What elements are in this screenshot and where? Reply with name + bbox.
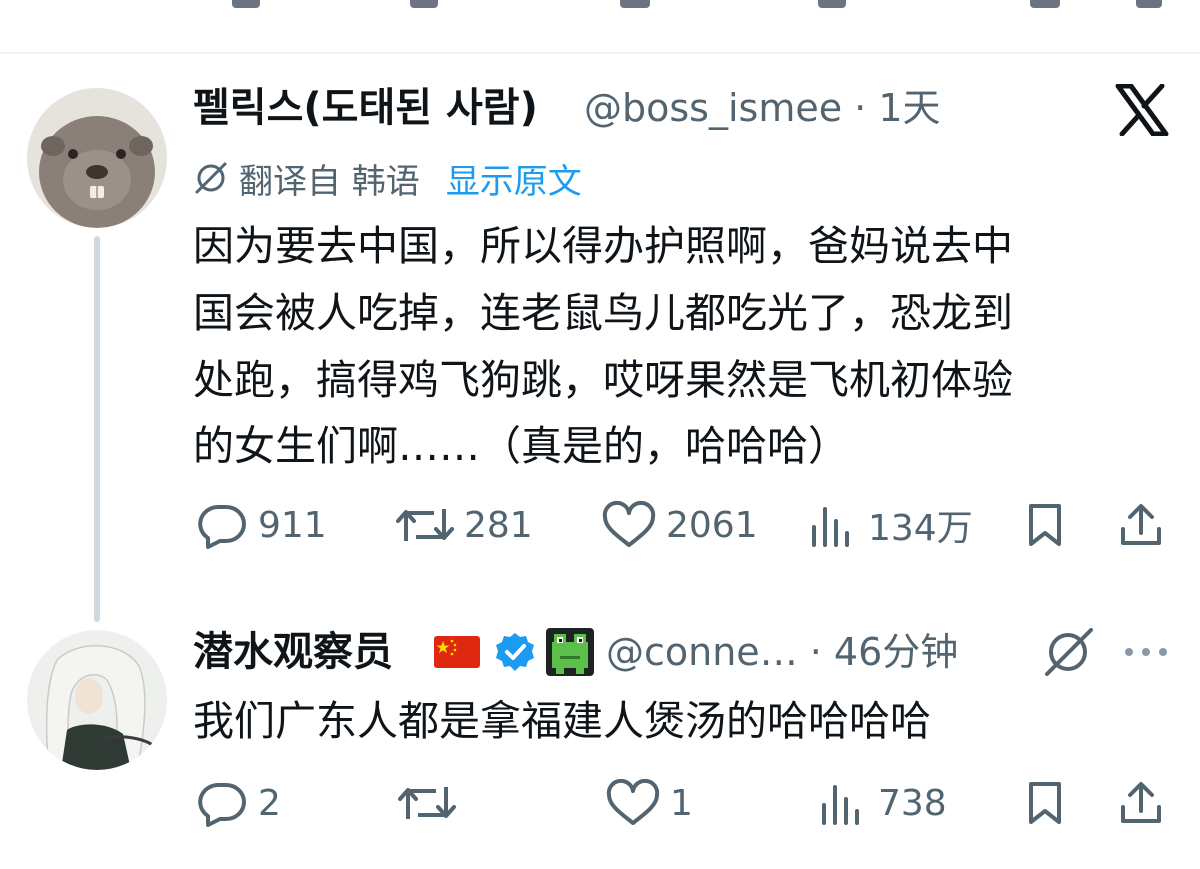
clipped-icon (410, 0, 438, 8)
retweet-icon (398, 787, 456, 819)
author-name[interactable]: 펠릭스(도태된 사람) (193, 84, 538, 132)
clipped-icon (1030, 0, 1060, 8)
retweet-count: 281 (464, 504, 533, 546)
views-button[interactable]: 134万 (806, 501, 973, 549)
bookmark-icon (1029, 504, 1061, 546)
tweet-text-line: 的女生们啊……（真是的，哈哈哈） (193, 422, 849, 470)
reply-count: 911 (258, 504, 327, 546)
retweet-button[interactable]: 281 (394, 501, 533, 549)
verified-badge-icon[interactable] (494, 631, 536, 677)
avatar[interactable] (27, 88, 167, 228)
previous-tweet-actions (0, 0, 1200, 54)
reply-views-count: 738 (878, 782, 947, 824)
reply-icon (198, 783, 246, 827)
china-flag-icon (434, 636, 480, 672)
translation-row: 翻译自 韩语 显示原文 (193, 154, 582, 202)
clipped-icon (818, 0, 846, 8)
more-icon (1125, 648, 1167, 656)
more-options-button[interactable] (1120, 626, 1172, 678)
bookmark-icon (1029, 782, 1061, 824)
translate-icon (193, 160, 229, 196)
tweet-text-line: 因为要去中国，所以得办护照啊，爸妈说去中 (193, 222, 1013, 270)
bookmark-button[interactable] (1020, 501, 1070, 549)
tweet-text-line: 国会被人吃掉，连老鼠鸟儿都吃光了，恐龙到 (193, 289, 1013, 337)
like-icon (602, 501, 656, 547)
retweet-icon (396, 509, 454, 541)
share-icon (1121, 504, 1161, 545)
show-original-link[interactable]: 显示原文 (446, 154, 582, 203)
reply-bookmark-button[interactable] (1020, 779, 1070, 827)
reply-avatar[interactable] (27, 630, 167, 770)
reply-reply-count: 2 (258, 782, 281, 824)
reply-views-button[interactable]: 738 (816, 779, 947, 827)
share-icon (1121, 782, 1161, 823)
views-icon (822, 785, 859, 825)
reply-like-button[interactable]: 1 (604, 779, 693, 827)
translate-post-button[interactable] (1040, 626, 1096, 678)
reply-reply-button[interactable]: 2 (194, 779, 281, 827)
like-count: 2061 (666, 504, 758, 546)
reply-button[interactable]: 911 (194, 501, 327, 549)
clipped-icon (232, 0, 260, 8)
like-icon (606, 779, 660, 825)
translated-from-label: 翻译自 韩语 (239, 161, 420, 202)
frog-emoji-icon (546, 628, 594, 680)
share-button[interactable] (1114, 501, 1168, 549)
reply-handle-and-time[interactable]: @conne… · 46分钟 (606, 628, 958, 676)
translate-icon (1045, 628, 1093, 676)
reply-text: 我们广东人都是拿福建人煲汤的哈哈哈哈 (193, 697, 931, 745)
thread-connector-line (94, 236, 100, 622)
reply-share-button[interactable] (1114, 779, 1168, 827)
reply-retweet-button[interactable] (396, 779, 458, 827)
x-logo-icon[interactable] (1110, 80, 1174, 140)
handle-and-time[interactable]: @boss_ismee · 1天 (584, 84, 941, 132)
reply-author-name[interactable]: 潜水观察员 (193, 628, 393, 676)
tweet-text-line: 处跑，搞得鸡飞狗跳，哎呀果然是飞机初体验 (193, 356, 1013, 404)
like-button[interactable]: 2061 (600, 501, 758, 549)
reply-like-count: 1 (670, 782, 693, 824)
views-icon (812, 507, 849, 547)
views-count: 134万 (868, 508, 973, 549)
reply-icon (198, 505, 246, 549)
clipped-icon (1136, 0, 1162, 8)
clipped-icon (620, 0, 650, 8)
